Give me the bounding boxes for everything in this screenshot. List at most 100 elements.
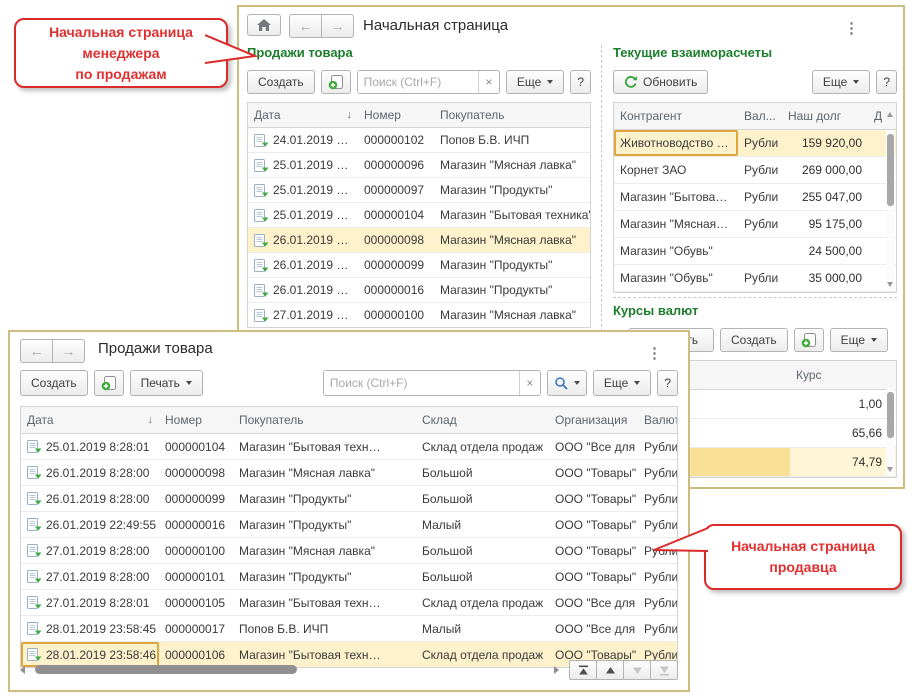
panel-separator-horizontal bbox=[613, 297, 897, 298]
back-button[interactable]: ← bbox=[289, 14, 322, 38]
table-row[interactable]: Корнет ЗАО Рубли 269 000,00 bbox=[614, 157, 896, 184]
scrollbar-thumb[interactable] bbox=[887, 134, 894, 206]
scroll-down-icon[interactable] bbox=[887, 282, 893, 287]
kebab-menu-icon[interactable]: ⋮ bbox=[647, 344, 662, 362]
table-row[interactable]: Магазин "Обувь" Рубли 35 000,00 bbox=[614, 265, 896, 292]
column-header-debt[interactable]: Наш долг bbox=[782, 103, 868, 129]
settlements-table: Контрагент Вал... Наш долг Д Животноводс… bbox=[613, 102, 897, 293]
scroll-right-icon[interactable] bbox=[554, 666, 559, 674]
scroll-left-icon[interactable] bbox=[20, 666, 25, 674]
column-header-rate[interactable]: Курс bbox=[790, 361, 896, 389]
scrollbar-thumb[interactable] bbox=[35, 665, 297, 674]
table-row[interactable]: 25.01.2019 8:28:01 000000104 Магазин "Бы… bbox=[21, 434, 677, 460]
column-header-warehouse[interactable]: Склад bbox=[416, 407, 549, 433]
column-header-number[interactable]: Номер bbox=[358, 103, 434, 127]
page-title: Начальная страница bbox=[363, 17, 508, 34]
scrollbar-track[interactable] bbox=[29, 665, 550, 675]
sales-panel-title: Продажи товара bbox=[247, 45, 591, 60]
table-row[interactable]: 26.01.2019 8:28:00 000000099 Магазин "Пр… bbox=[21, 486, 677, 512]
vertical-scrollbar[interactable] bbox=[886, 130, 895, 291]
column-header-contractor[interactable]: Контрагент bbox=[614, 103, 738, 129]
help-button[interactable]: ? bbox=[876, 70, 897, 94]
clear-search-icon[interactable]: × bbox=[478, 71, 499, 93]
create-copy-button[interactable] bbox=[321, 70, 351, 94]
rates-panel-title: Курсы валют bbox=[613, 303, 897, 318]
search-input[interactable] bbox=[358, 71, 478, 93]
document-icon bbox=[27, 622, 42, 635]
column-header-buyer[interactable]: Покупатель bbox=[233, 407, 416, 433]
go-first-button[interactable] bbox=[569, 660, 597, 680]
table-row[interactable]: 27.01.2019 8:28:00 000000101 Магазин "Пр… bbox=[21, 564, 677, 590]
kebab-menu-icon[interactable]: ⋮ bbox=[844, 19, 859, 37]
print-button[interactable]: Печать bbox=[130, 370, 203, 396]
search-input[interactable] bbox=[324, 371, 519, 395]
more-button[interactable]: Еще bbox=[830, 328, 888, 352]
table-row[interactable]: 27.01.2019 … 000000100 Магазин "Мясная л… bbox=[248, 303, 590, 327]
table-row-selected[interactable]: 26.01.2019 … 000000098 Магазин "Мясная л… bbox=[248, 228, 590, 253]
column-header-date[interactable]: Дата↓ bbox=[248, 103, 358, 127]
forward-button[interactable]: → bbox=[52, 339, 85, 363]
table-row[interactable]: 27.01.2019 8:28:01 000000105 Магазин "Бы… bbox=[21, 590, 677, 616]
table-row[interactable]: Магазин "Обувь" 24 500,00 bbox=[614, 238, 896, 265]
document-icon bbox=[254, 209, 269, 222]
column-header-organization[interactable]: Организация bbox=[549, 407, 638, 433]
scroll-up-icon[interactable] bbox=[887, 112, 893, 117]
sales-documents-table: Дата↓ Номер Покупатель Склад Организация… bbox=[20, 406, 678, 668]
table-row[interactable]: 26.01.2019 8:28:00 000000098 Магазин "Мя… bbox=[21, 460, 677, 486]
table-row[interactable]: 25.01.2019 … 000000096 Магазин "Мясная л… bbox=[248, 153, 590, 178]
column-header-number[interactable]: Номер bbox=[159, 407, 233, 433]
create-copy-button[interactable] bbox=[794, 328, 824, 352]
table-row[interactable]: 25.01.2019 … 000000104 Магазин "Бытовая … bbox=[248, 203, 590, 228]
table-row[interactable]: 27.01.2019 8:28:00 000000100 Магазин "Мя… bbox=[21, 538, 677, 564]
go-previous-icon bbox=[605, 665, 616, 676]
table-row[interactable]: 26.01.2019 … 000000016 Магазин "Продукты… bbox=[248, 278, 590, 303]
refresh-button[interactable]: Обновить bbox=[613, 70, 708, 94]
more-button[interactable]: Еще bbox=[593, 370, 651, 396]
horizontal-scrollbar[interactable] bbox=[20, 660, 678, 680]
go-last-button[interactable] bbox=[650, 660, 678, 680]
column-header-date[interactable]: Дата↓ bbox=[21, 407, 159, 433]
back-button[interactable]: ← bbox=[20, 339, 53, 363]
table-row[interactable]: 28.01.2019 23:58:45 000000017 Попов Б.В.… bbox=[21, 616, 677, 642]
document-icon bbox=[254, 309, 269, 322]
table-row[interactable]: Магазин "Мясная… Рубли 95 175,00 bbox=[614, 211, 896, 238]
table-row[interactable]: Магазин "Бытова… Рубли 255 047,00 bbox=[614, 184, 896, 211]
callout-text: Начальная страница bbox=[16, 22, 226, 43]
create-button[interactable]: Создать bbox=[720, 328, 788, 352]
vertical-scrollbar[interactable] bbox=[886, 388, 895, 476]
clear-search-icon[interactable]: × bbox=[519, 371, 540, 395]
chevron-down-icon bbox=[853, 80, 859, 84]
table-row[interactable]: 26.01.2019 22:49:55 000000016 Магазин "П… bbox=[21, 512, 677, 538]
chevron-down-icon bbox=[871, 338, 877, 342]
scroll-down-icon[interactable] bbox=[887, 467, 893, 472]
document-icon bbox=[254, 184, 269, 197]
go-next-button[interactable] bbox=[623, 660, 651, 680]
chevron-down-icon bbox=[547, 80, 553, 84]
create-button[interactable]: Создать bbox=[20, 370, 88, 396]
search-options-button[interactable] bbox=[547, 370, 587, 396]
create-copy-icon bbox=[328, 75, 344, 90]
create-button[interactable]: Создать bbox=[247, 70, 315, 94]
column-header-currency[interactable]: Вал... bbox=[738, 103, 782, 129]
more-button[interactable]: Еще bbox=[506, 70, 564, 94]
go-next-icon bbox=[632, 665, 643, 676]
callout-tail bbox=[205, 28, 259, 68]
more-button[interactable]: Еще bbox=[812, 70, 870, 94]
table-row-selected[interactable]: Животноводство … Рубли 159 920,00 bbox=[614, 130, 896, 157]
help-button[interactable]: ? bbox=[570, 70, 591, 94]
table-row[interactable]: 26.01.2019 … 000000099 Магазин "Продукты… bbox=[248, 253, 590, 278]
chevron-down-icon bbox=[574, 381, 580, 385]
create-copy-button[interactable] bbox=[94, 370, 124, 396]
column-header-buyer[interactable]: Покупатель bbox=[434, 103, 590, 127]
column-header-currency[interactable]: Валюта в bbox=[638, 407, 677, 433]
table-row[interactable]: 25.01.2019 … 000000097 Магазин "Продукты… bbox=[248, 178, 590, 203]
go-previous-button[interactable] bbox=[596, 660, 624, 680]
callout-sales-manager: Начальная страница менеджера по продажам bbox=[14, 18, 228, 88]
create-copy-icon bbox=[801, 333, 817, 348]
help-button[interactable]: ? bbox=[657, 370, 678, 396]
forward-button[interactable]: → bbox=[321, 14, 354, 38]
scrollbar-thumb[interactable] bbox=[887, 392, 894, 438]
document-icon bbox=[27, 544, 42, 557]
sort-desc-icon: ↓ bbox=[148, 414, 154, 426]
table-row[interactable]: 24.01.2019 … 000000102 Попов Б.В. ИЧП bbox=[248, 128, 590, 153]
